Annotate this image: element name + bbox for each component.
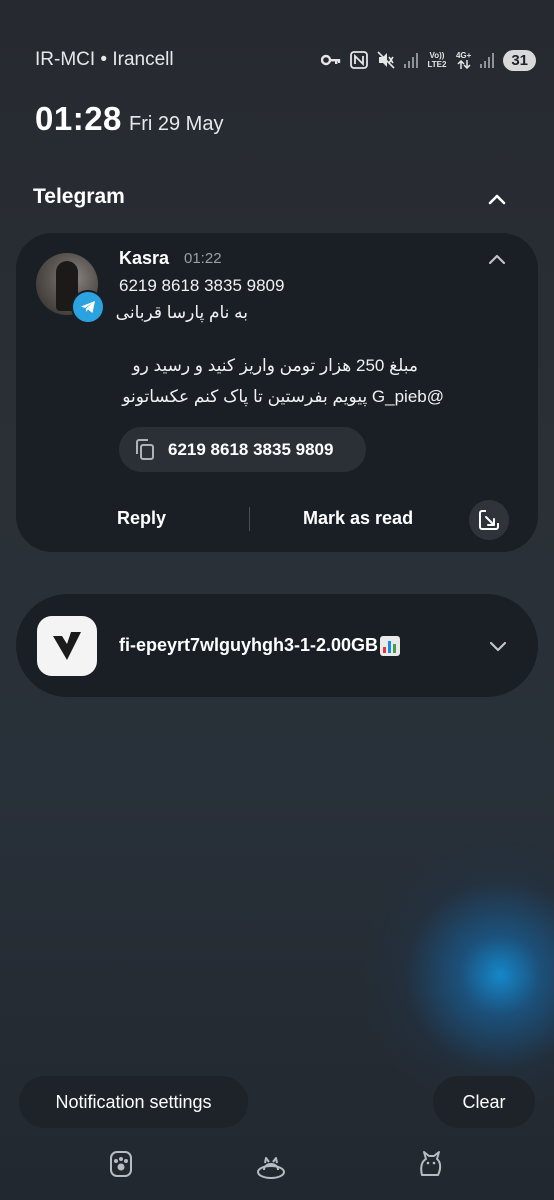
notification-settings-button[interactable]: Notification settings: [19, 1076, 248, 1128]
signal-icon: [403, 53, 418, 68]
carrier-label: IR-MCI • Irancell: [35, 49, 174, 70]
message-line-4: @G_pieb پیویم بفرستین تا پاک کنم عکساتون…: [122, 387, 444, 406]
signal-icon: [480, 53, 495, 68]
notification-time: 01:22: [184, 250, 222, 267]
open-app-button[interactable]: [469, 500, 509, 540]
telegram-badge-icon: [71, 290, 105, 324]
vpn-notification-text: fi-epeyrt7wlguyhgh3-1-2.00GB: [119, 635, 401, 656]
copy-chip-text: 6219 8618 3835 9809: [168, 439, 334, 459]
notification-group-title: Telegram: [33, 185, 125, 208]
vpn-config-label: fi-epeyrt7wlguyhgh3-1-2.00GB: [119, 635, 379, 655]
bar-chart-icon: [380, 635, 401, 656]
mark-as-read-button[interactable]: Mark as read: [303, 508, 413, 529]
v2ray-app-icon: [37, 616, 97, 676]
message-line-1: 6219 8618 3835 9809: [119, 276, 285, 295]
reply-button[interactable]: Reply: [117, 508, 166, 529]
message-line-2: به نام پارسا قربانی: [115, 303, 248, 322]
paw-toast-icon[interactable]: [105, 1148, 137, 1180]
sender-name: Kasra: [119, 248, 170, 268]
data-indicator: 4G+: [456, 51, 471, 69]
message-line-3: مبلغ 250 هزار تومن واریز کنید و رسید رو: [132, 356, 418, 375]
action-divider: [249, 507, 250, 531]
copy-code-chip[interactable]: 6219 8618 3835 9809: [119, 427, 366, 472]
battery-indicator: 31: [503, 49, 536, 71]
collapse-group-chevron-up-icon[interactable]: [484, 186, 510, 212]
cat-bowl-icon[interactable]: [255, 1150, 287, 1182]
clock-date: Fri 29 May: [129, 113, 224, 135]
copy-icon: [136, 438, 154, 460]
clear-button[interactable]: Clear: [433, 1076, 535, 1128]
net-type-label: 4G+: [455, 51, 472, 60]
open-in-app-icon: [479, 510, 499, 530]
cat-icon[interactable]: [414, 1147, 446, 1179]
nfc-icon: [350, 51, 368, 69]
data-arrows-icon: [457, 60, 471, 69]
collapse-chevron-up-icon[interactable]: [484, 248, 510, 270]
clock-time: 01:28: [35, 100, 122, 137]
status-icons: Vo)) LTE2 4G+ 31: [320, 46, 536, 74]
expand-chevron-down-icon[interactable]: [486, 634, 510, 658]
mute-icon: [377, 51, 395, 69]
key-icon: [320, 54, 341, 66]
volte-label: Vo)) LTE2: [427, 51, 447, 69]
